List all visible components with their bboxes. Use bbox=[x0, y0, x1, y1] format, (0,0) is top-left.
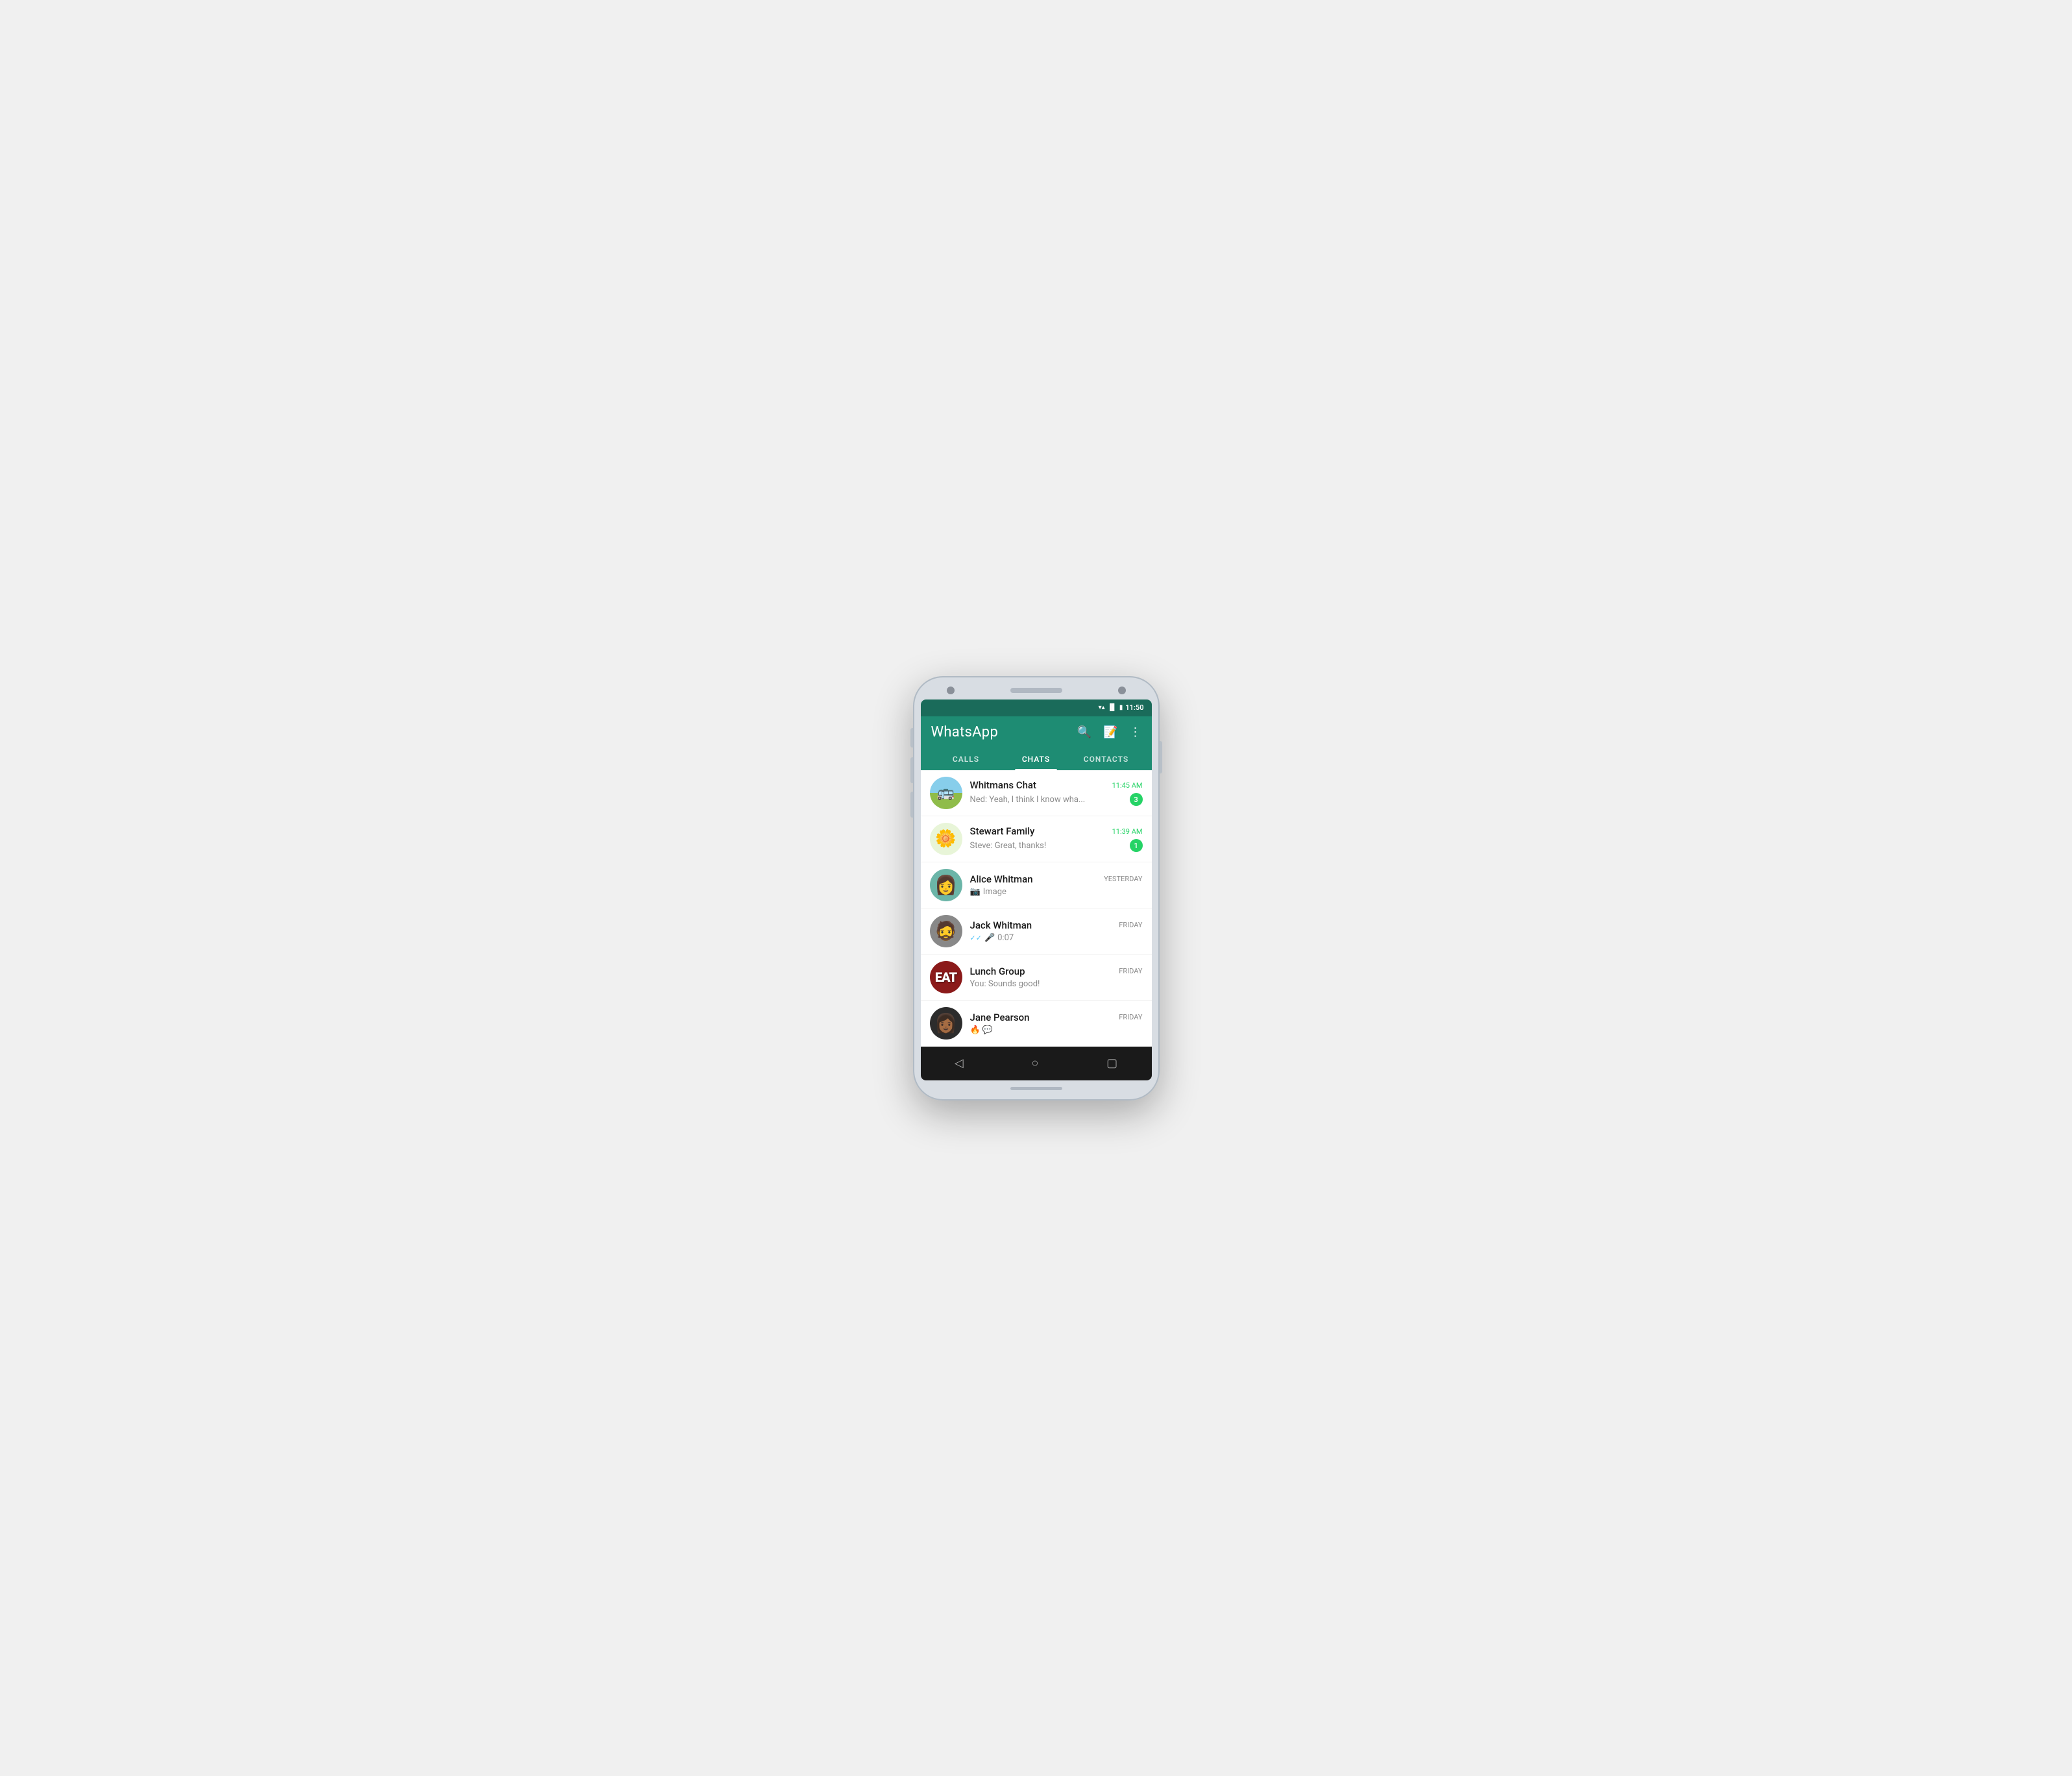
chat-time: FRIDAY bbox=[1119, 1013, 1142, 1021]
new-chat-icon[interactable]: 📝 bbox=[1103, 725, 1117, 739]
chat-preview-row: You: Sounds good! bbox=[970, 979, 1143, 989]
tab-contacts[interactable]: CONTACTS bbox=[1071, 748, 1141, 770]
chat-time: FRIDAY bbox=[1119, 921, 1142, 929]
chat-name: Jack Whitman bbox=[970, 919, 1032, 931]
chat-preview-row: Steve: Great, thanks! 1 bbox=[970, 839, 1143, 852]
chat-time: 11:45 AM bbox=[1112, 781, 1143, 790]
chat-content-stewart: Stewart Family 11:39 AM Steve: Great, th… bbox=[970, 825, 1143, 852]
chat-name: Jane Pearson bbox=[970, 1012, 1030, 1023]
home-indicator bbox=[1010, 1087, 1062, 1090]
chat-content-jane: Jane Pearson FRIDAY 🔥 💬 bbox=[970, 1012, 1143, 1035]
front-sensor bbox=[1118, 687, 1126, 694]
unread-badge: 3 bbox=[1130, 793, 1143, 806]
avatar-lunch: EAT bbox=[930, 961, 962, 993]
chat-content-jack: Jack Whitman FRIDAY ✓✓ 🎤 0:07 bbox=[970, 919, 1143, 943]
signal-icon: ▐▌ bbox=[1108, 704, 1117, 711]
chat-item-lunch[interactable]: EAT Lunch Group FRIDAY You: Sounds good! bbox=[921, 955, 1152, 1001]
volume-down-button bbox=[910, 757, 913, 783]
chat-preview-row: 🔥 💬 bbox=[970, 1025, 1143, 1035]
tab-calls[interactable]: CALLS bbox=[931, 748, 1001, 770]
phone-bottom-bar bbox=[921, 1087, 1152, 1090]
chat-content-alice: Alice Whitman YESTERDAY 📷 Image bbox=[970, 873, 1143, 897]
mic-icon: 🎤 bbox=[984, 933, 995, 943]
chat-name-row: Whitmans Chat 11:45 AM bbox=[970, 779, 1143, 791]
chat-item-alice[interactable]: 👩 Alice Whitman YESTERDAY 📷 Image bbox=[921, 862, 1152, 908]
chat-preview: You: Sounds good! bbox=[970, 979, 1040, 989]
mute-button bbox=[910, 792, 913, 818]
read-receipt-icon: ✓✓ bbox=[970, 934, 982, 942]
chat-name-row: Jane Pearson FRIDAY bbox=[970, 1012, 1143, 1023]
header-top-row: WhatsApp 🔍 📝 ⋮ bbox=[931, 724, 1141, 740]
app-title: WhatsApp bbox=[931, 724, 999, 740]
tab-bar: CALLS CHATS CONTACTS bbox=[931, 748, 1141, 770]
status-bar: ▾▴ ▐▌ ▮ 11:50 bbox=[921, 699, 1152, 716]
app-header: WhatsApp 🔍 📝 ⋮ CALLS CHATS CONTACTS bbox=[921, 716, 1152, 770]
avatar-stewart: 🌼 bbox=[930, 823, 962, 855]
eat-sign: EAT bbox=[930, 961, 962, 993]
chat-name: Whitmans Chat bbox=[970, 779, 1037, 791]
chat-preview-row: ✓✓ 🎤 0:07 bbox=[970, 933, 1143, 943]
bottom-nav: ◁ ○ ▢ bbox=[921, 1047, 1152, 1080]
phone-top-bar bbox=[921, 687, 1152, 694]
chat-preview: 🔥 💬 bbox=[970, 1025, 993, 1035]
home-button[interactable]: ○ bbox=[1031, 1056, 1038, 1070]
more-options-icon[interactable]: ⋮ bbox=[1130, 725, 1141, 739]
chat-list: 🚌 Whitmans Chat 11:45 AM Ned: Yeah, I th… bbox=[921, 770, 1152, 1047]
wifi-icon: ▾▴ bbox=[1099, 704, 1105, 711]
back-button[interactable]: ◁ bbox=[955, 1056, 964, 1070]
avatar-whitmans: 🚌 bbox=[930, 777, 962, 809]
chat-preview: Ned: Yeah, I think I know wha... bbox=[970, 795, 1086, 805]
battery-icon: ▮ bbox=[1119, 704, 1123, 711]
chat-name-row: Jack Whitman FRIDAY bbox=[970, 919, 1143, 931]
phone-screen: ▾▴ ▐▌ ▮ 11:50 WhatsApp 🔍 📝 ⋮ CALLS bbox=[921, 699, 1152, 1080]
chat-time: YESTERDAY bbox=[1104, 875, 1142, 883]
unread-badge: 1 bbox=[1130, 839, 1143, 852]
chat-name-row: Lunch Group FRIDAY bbox=[970, 966, 1143, 977]
chat-time: FRIDAY bbox=[1119, 967, 1142, 975]
avatar-jane: 👩🏾 bbox=[930, 1007, 962, 1040]
chat-name-row: Stewart Family 11:39 AM bbox=[970, 825, 1143, 837]
recents-button[interactable]: ▢ bbox=[1106, 1056, 1117, 1070]
power-button bbox=[1160, 741, 1162, 773]
chat-time: 11:39 AM bbox=[1112, 827, 1143, 836]
chat-name: Alice Whitman bbox=[970, 873, 1033, 885]
tab-chats[interactable]: CHATS bbox=[1001, 748, 1071, 770]
status-time: 11:50 bbox=[1125, 703, 1143, 712]
header-actions: 🔍 📝 ⋮ bbox=[1077, 725, 1141, 739]
speaker bbox=[1010, 688, 1062, 693]
chat-preview: Steve: Great, thanks! bbox=[970, 841, 1047, 851]
camera-icon: 📷 bbox=[970, 887, 981, 897]
volume-up-button bbox=[910, 728, 913, 748]
chat-content-lunch: Lunch Group FRIDAY You: Sounds good! bbox=[970, 966, 1143, 989]
chat-preview-row: 📷 Image bbox=[970, 887, 1143, 897]
avatar-jack: 🧔 bbox=[930, 915, 962, 947]
phone-frame: ▾▴ ▐▌ ▮ 11:50 WhatsApp 🔍 📝 ⋮ CALLS bbox=[913, 676, 1160, 1101]
chat-item-stewart[interactable]: 🌼 Stewart Family 11:39 AM Steve: Great, … bbox=[921, 816, 1152, 862]
search-icon[interactable]: 🔍 bbox=[1077, 725, 1091, 739]
chat-preview: ✓✓ 🎤 0:07 bbox=[970, 933, 1014, 943]
chat-item-whitmans[interactable]: 🚌 Whitmans Chat 11:45 AM Ned: Yeah, I th… bbox=[921, 770, 1152, 816]
chat-name: Lunch Group bbox=[970, 966, 1025, 977]
chat-name-row: Alice Whitman YESTERDAY bbox=[970, 873, 1143, 885]
chat-content-whitmans: Whitmans Chat 11:45 AM Ned: Yeah, I thin… bbox=[970, 779, 1143, 806]
chat-name: Stewart Family bbox=[970, 825, 1035, 837]
status-icons: ▾▴ ▐▌ ▮ 11:50 bbox=[1099, 703, 1144, 712]
front-camera bbox=[947, 687, 955, 694]
chat-preview-row: Ned: Yeah, I think I know wha... 3 bbox=[970, 793, 1143, 806]
chat-item-jane[interactable]: 👩🏾 Jane Pearson FRIDAY 🔥 💬 bbox=[921, 1001, 1152, 1047]
chat-item-jack[interactable]: 🧔 Jack Whitman FRIDAY ✓✓ 🎤 0:07 bbox=[921, 908, 1152, 955]
chat-preview: 📷 Image bbox=[970, 887, 1006, 897]
avatar-alice: 👩 bbox=[930, 869, 962, 901]
